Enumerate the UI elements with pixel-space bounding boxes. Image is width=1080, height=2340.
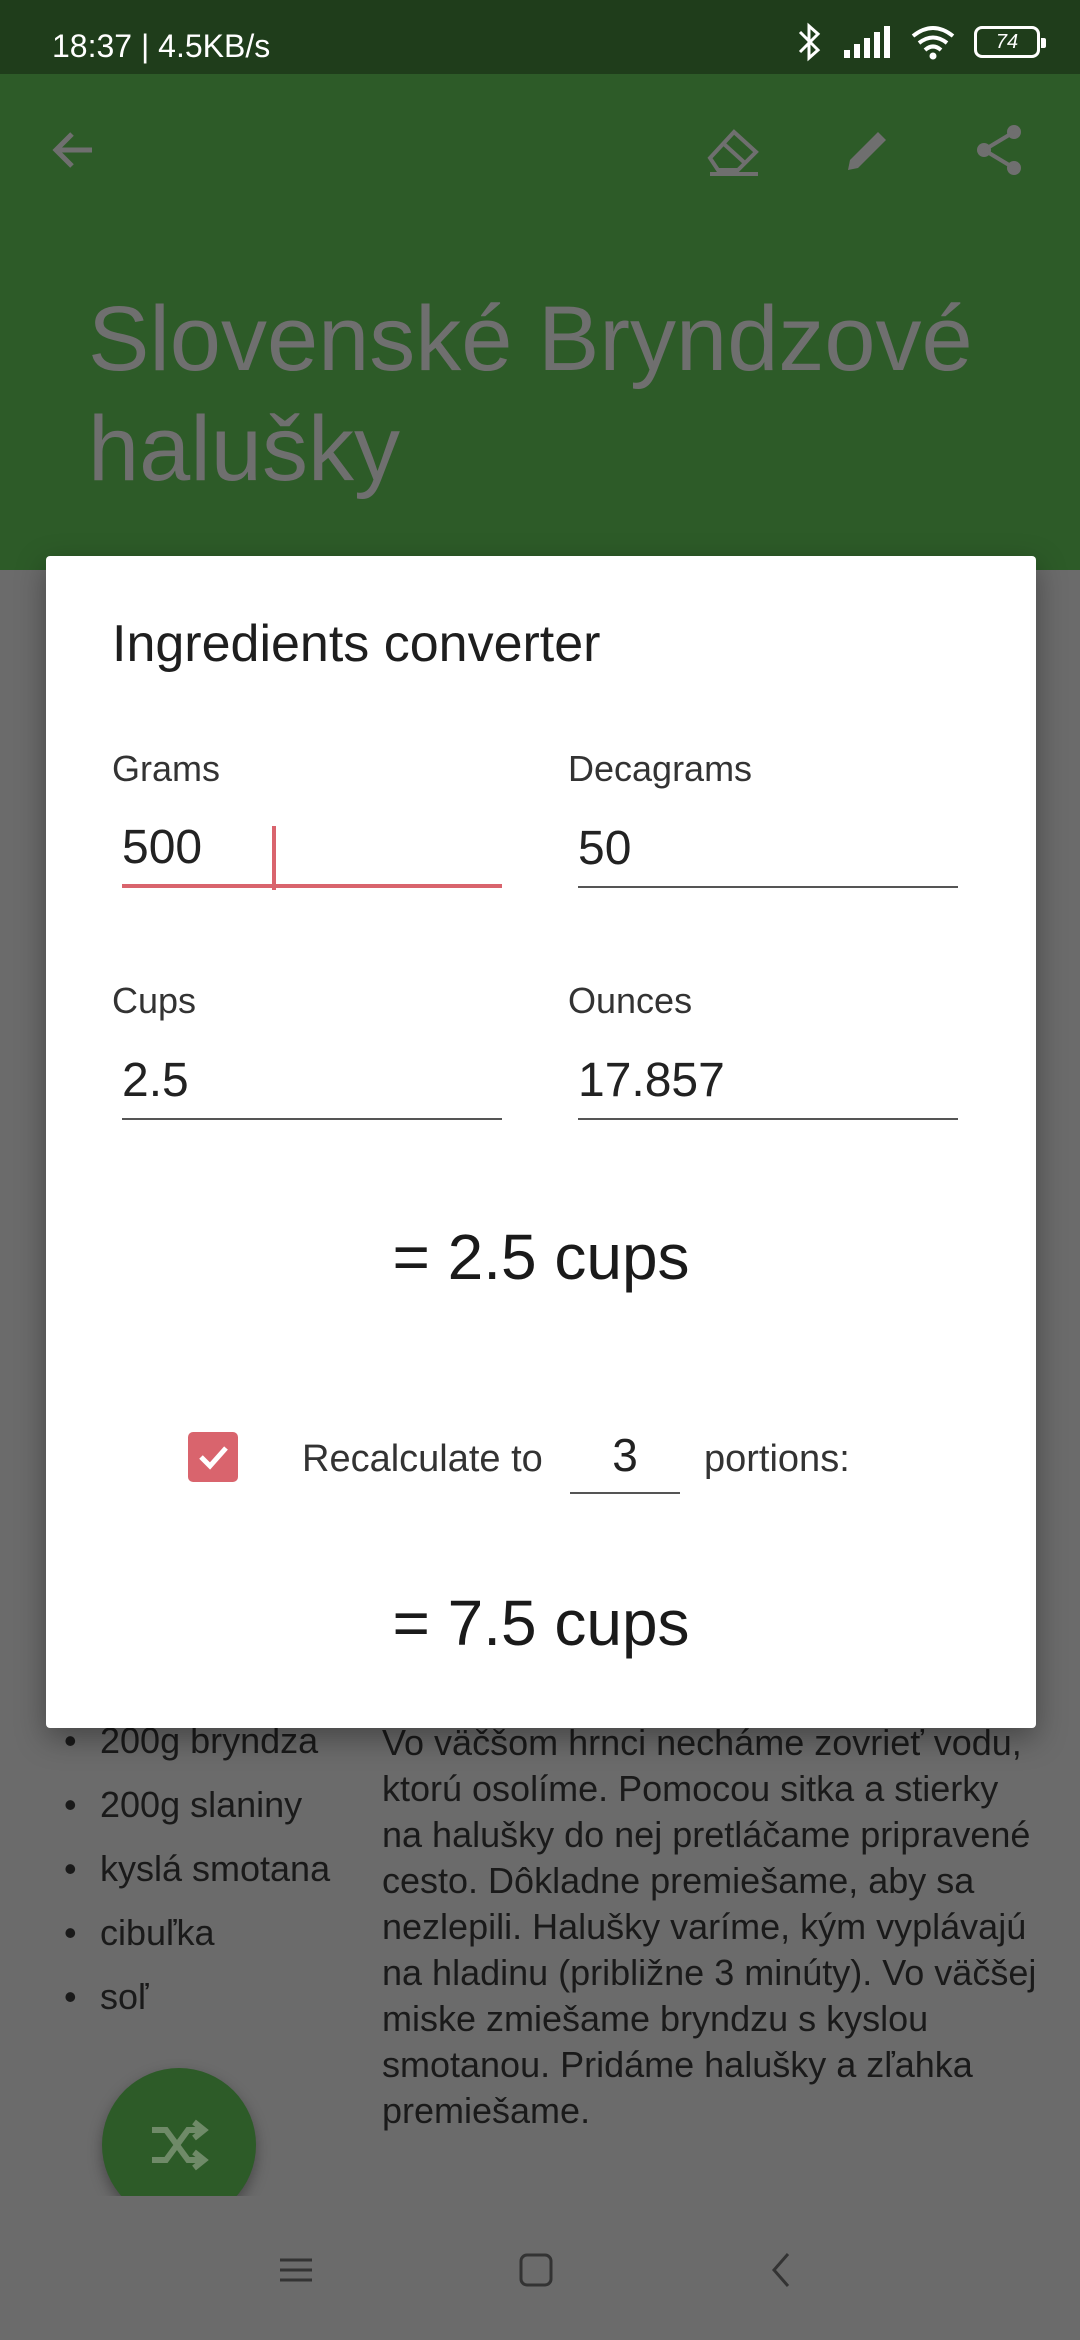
cups-label: Cups — [112, 980, 197, 1021]
list-item: soľ — [62, 1976, 342, 2040]
portions-input[interactable] — [570, 1418, 680, 1494]
grams-label: Grams — [112, 748, 220, 789]
signal-icon — [844, 26, 890, 58]
portions-label: portions: — [704, 1438, 850, 1480]
ounces-input[interactable] — [578, 1042, 958, 1120]
list-item: 200g slaniny — [62, 1784, 342, 1848]
recipe-title: Slovenské Bryndzové halušky — [88, 288, 973, 500]
cups-input[interactable] — [122, 1042, 502, 1120]
bluetooth-icon — [798, 22, 821, 62]
list-item: cibuľka — [62, 1912, 342, 1976]
decagrams-label: Decagrams — [568, 748, 753, 789]
recalculate-label: Recalculate to — [302, 1438, 543, 1480]
nav-back-icon[interactable] — [752, 2240, 812, 2300]
system-nav-bar — [0, 2196, 1080, 2340]
battery-icon: 74 — [974, 26, 1046, 58]
battery-level: 74 — [995, 30, 1019, 53]
recalculated-result: = 7.5 cups — [392, 1587, 690, 1659]
list-item: kyslá smotana — [62, 1848, 342, 1912]
ounces-field: Ounces — [568, 980, 958, 1120]
ounces-label: Ounces — [568, 980, 693, 1021]
arrow-back-icon[interactable] — [42, 118, 106, 182]
recalculate-row: Recalculate to portions: — [46, 1408, 1036, 1508]
dialog-title: Ingredients converter — [112, 615, 601, 673]
status-time: 18:37 | 4.5KB/s — [52, 28, 271, 64]
cups-field: Cups — [112, 980, 502, 1120]
conversion-result: = 2.5 cups — [392, 1221, 690, 1293]
home-icon[interactable] — [506, 2240, 566, 2300]
pencil-icon[interactable] — [836, 118, 900, 182]
eraser-icon[interactable] — [700, 118, 764, 182]
check-icon — [199, 1446, 228, 1470]
status-icons: 74 — [796, 22, 1046, 62]
wifi-icon — [911, 26, 955, 60]
decagrams-input[interactable] — [578, 810, 958, 888]
text-cursor — [272, 826, 276, 890]
ingredients-converter-dialog: Ingredients converter Grams Decagrams Cu… — [46, 556, 1036, 1728]
menu-icon[interactable] — [266, 2240, 326, 2300]
list-item: 200g bryndza — [62, 1720, 342, 1784]
grams-input[interactable] — [122, 810, 502, 888]
method-text: Vo väčšom hrnci necháme zovrieť vodu, kt… — [382, 1722, 1037, 2131]
recalculate-checkbox[interactable] — [188, 1432, 238, 1482]
status-bar: 18:37 | 4.5KB/s 74 — [0, 0, 1080, 74]
share-icon[interactable] — [968, 118, 1032, 182]
decagrams-field: Decagrams — [568, 748, 958, 888]
ingredients-list: 200g bryndza 200g slaniny kyslá smotana … — [62, 1720, 342, 2040]
grams-field: Grams — [112, 748, 502, 890]
app-bar: Slovenské Bryndzové halušky — [0, 74, 1080, 570]
shuffle-icon — [152, 2119, 209, 2171]
